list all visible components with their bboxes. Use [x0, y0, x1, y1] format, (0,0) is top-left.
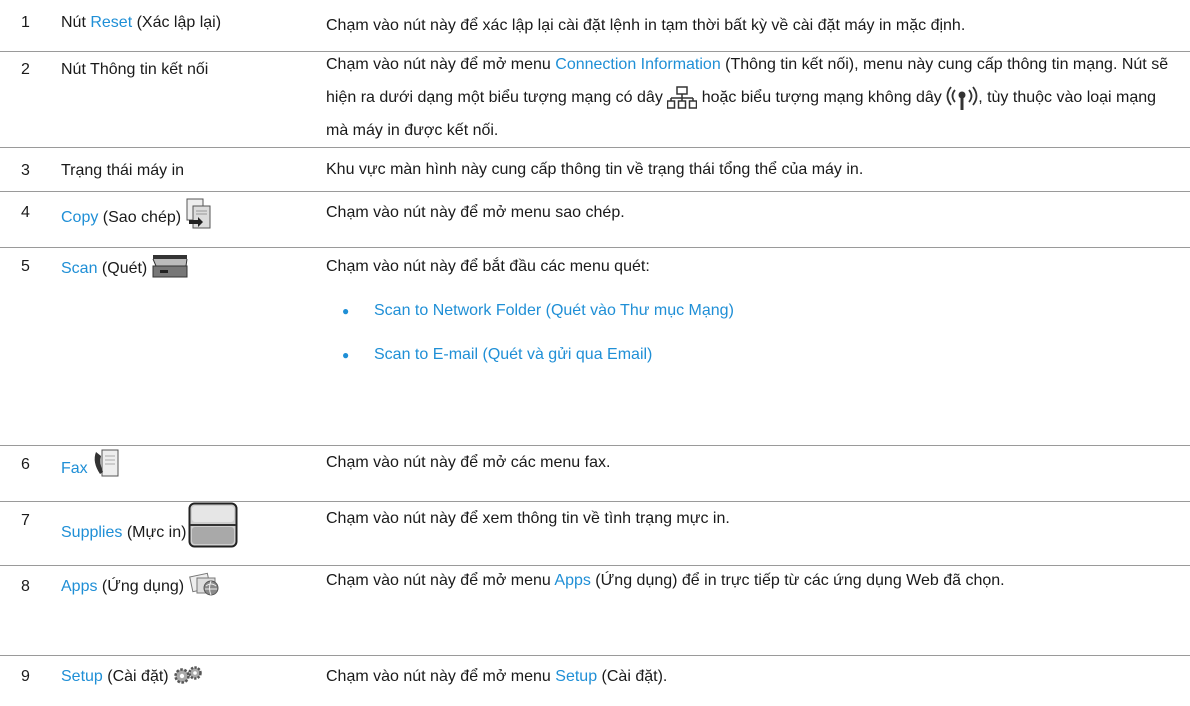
row-number: 9 — [21, 668, 30, 685]
connection-information-link[interactable]: Connection Information — [555, 56, 720, 73]
list-item: ● Scan to Network Folder (Quét vào Thư mụ… — [326, 294, 1176, 328]
table-row: 1 Nút Reset (Xác lập lại) Chạm vào nút n… — [0, 0, 1190, 52]
item-label: Nút Thông tin kết nối — [61, 61, 209, 78]
scan-link[interactable]: Scan — [61, 260, 97, 277]
table-row: 7 Supplies (Mực in) Chạm vào nút này để … — [0, 502, 1190, 566]
item-description: Chạm vào nút này để mở menu Connection I… — [326, 56, 1169, 139]
item-label: Copy (Sao chép) — [61, 198, 212, 230]
item-label: Apps (Ứng dụng) — [61, 572, 221, 596]
table-row: 9 Setup (Cài đặt) Chạm vào nút này để mở… — [0, 656, 1190, 706]
table-row: 3 Trạng thái máy in Khu vực màn hình này… — [0, 148, 1190, 192]
fax-link[interactable]: Fax — [61, 460, 88, 477]
item-description: Chạm vào nút này để mở menu Setup (Cài đ… — [326, 668, 668, 685]
supplies-link[interactable]: Supplies — [61, 524, 122, 541]
item-description: Chạm vào nút này để mở các menu fax. — [326, 454, 611, 471]
setup-menu-link[interactable]: Setup — [555, 668, 597, 685]
apps-menu-link[interactable]: Apps — [554, 572, 590, 589]
item-label: Supplies (Mực in) — [61, 502, 238, 548]
row-number: 1 — [21, 14, 30, 31]
wired-network-icon — [667, 86, 698, 109]
scan-to-network-folder-link[interactable]: Scan to Network Folder (Quét vào Thư mục… — [374, 294, 734, 328]
item-description: Chạm vào nút này để bắt đầu các menu qué… — [326, 250, 1176, 372]
bullet-icon: ● — [342, 348, 350, 362]
fax-icon — [94, 449, 119, 477]
item-label: Scan (Quét) — [61, 255, 188, 278]
row-number: 7 — [21, 512, 30, 529]
table-row: 4 Copy (Sao chép) Chạm vào nút này để mở… — [0, 192, 1190, 248]
setup-link[interactable]: Setup — [61, 668, 103, 685]
apps-link[interactable]: Apps — [61, 578, 97, 595]
row-number: 5 — [21, 258, 30, 275]
supplies-icon — [188, 502, 238, 548]
table-row: 8 Apps (Ứng dụng) Chạm vào nút này để mở… — [0, 566, 1190, 656]
copy-icon — [186, 198, 211, 229]
item-label: Setup (Cài đặt) — [61, 666, 203, 686]
item-description: Chạm vào nút này để xác lập lại cài đặt … — [326, 17, 966, 34]
wireless-network-icon — [946, 86, 978, 110]
item-description: Chạm vào nút này để mở menu Apps (Ứng dụ… — [326, 572, 1005, 589]
item-label: Nút Reset (Xác lập lại) — [61, 14, 222, 31]
row-number: 3 — [21, 162, 30, 179]
scan-icon — [152, 255, 188, 278]
setup-icon — [174, 666, 202, 684]
item-description: Chạm vào nút này để mở menu sao chép. — [326, 204, 625, 221]
table-row: 6 Fax Chạm vào nút này để mở các menu fa… — [0, 446, 1190, 502]
item-label: Trạng thái máy in — [61, 162, 185, 179]
item-label: Fax — [61, 449, 120, 480]
table-row: 5 Scan (Quét) Chạm vào nút này để bắt đầ… — [0, 248, 1190, 446]
list-item: ● Scan to E-mail (Quét và gửi qua Email) — [326, 338, 1176, 372]
item-description: Khu vực màn hình này cung cấp thông tin … — [326, 161, 864, 178]
apps-icon — [188, 572, 219, 596]
scan-to-email-link[interactable]: Scan to E-mail (Quét và gửi qua Email) — [374, 338, 652, 372]
row-number: 2 — [21, 61, 30, 78]
item-description: Chạm vào nút này để xem thông tin về tìn… — [326, 510, 730, 527]
table-row: 2 Nút Thông tin kết nối Chạm vào nút này… — [0, 52, 1190, 148]
bullet-icon: ● — [342, 304, 350, 318]
reference-table: 1 Nút Reset (Xác lập lại) Chạm vào nút n… — [0, 0, 1190, 706]
row-number: 8 — [21, 578, 30, 595]
copy-link[interactable]: Copy — [61, 209, 98, 226]
row-number: 4 — [21, 204, 30, 221]
reset-link[interactable]: Reset — [90, 14, 132, 31]
row-number: 6 — [21, 456, 30, 473]
